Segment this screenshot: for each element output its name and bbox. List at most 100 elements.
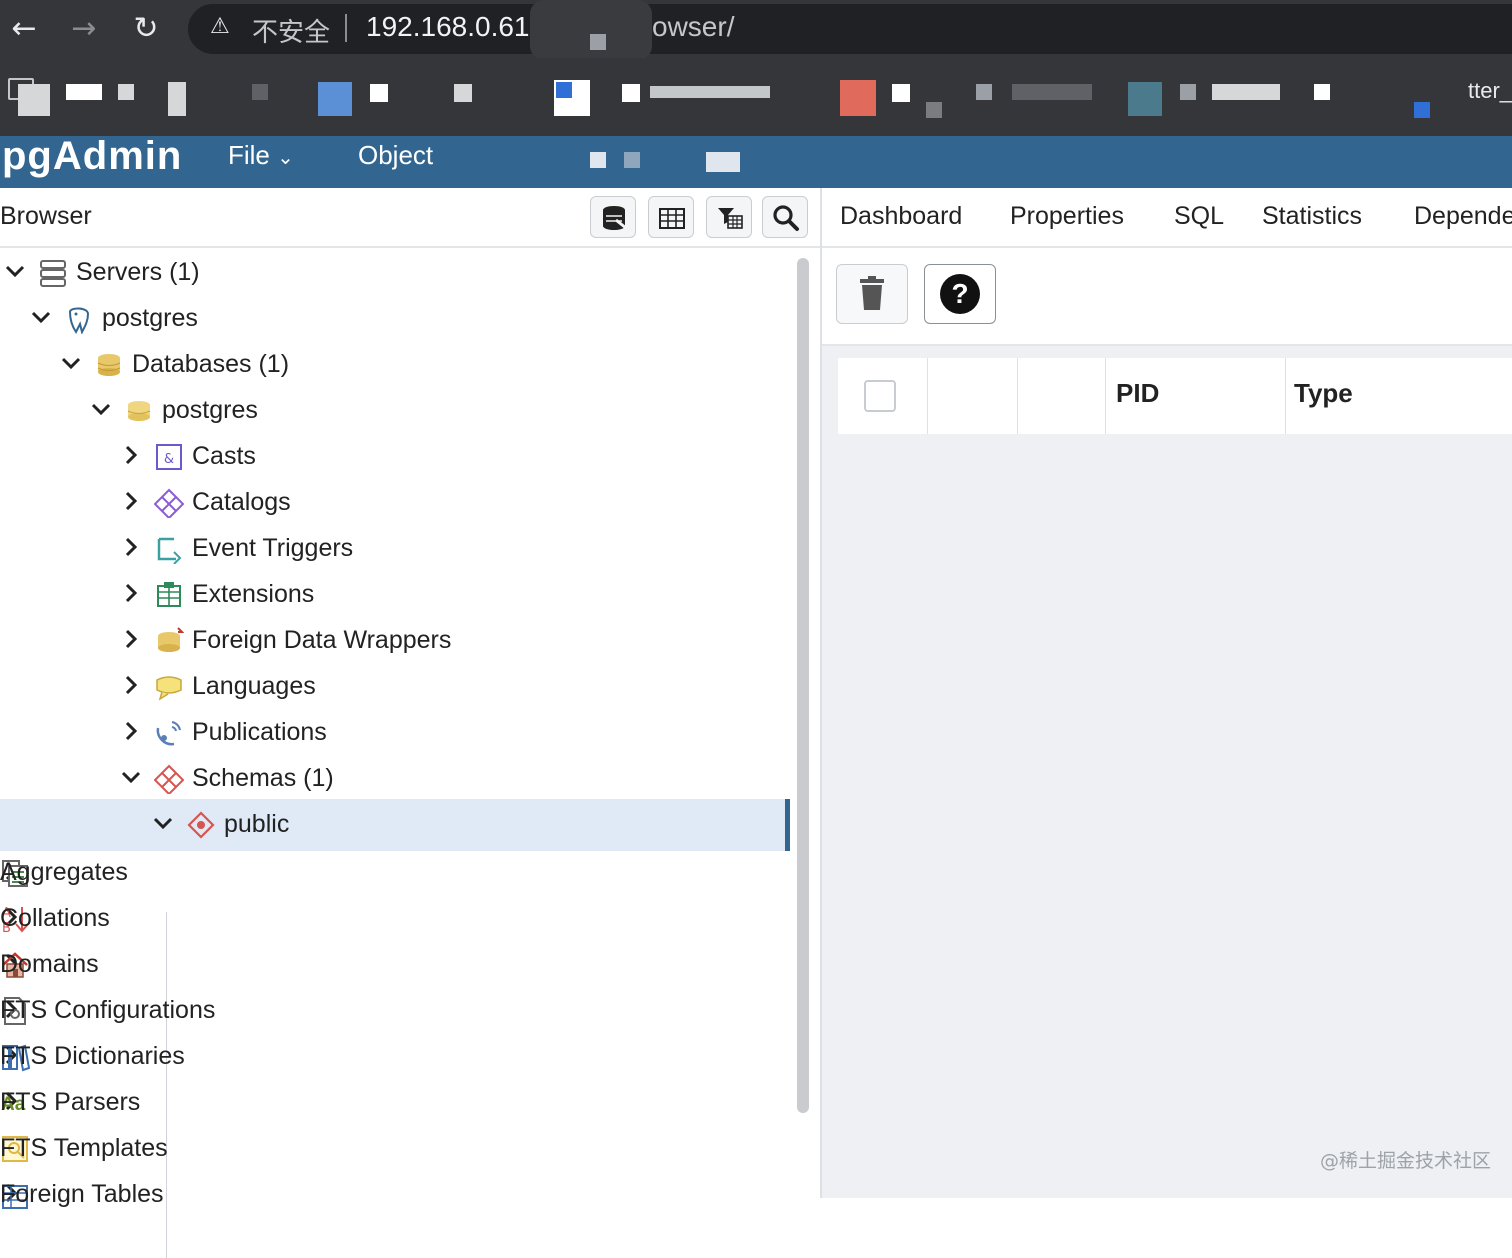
bookmark-item[interactable] bbox=[622, 84, 640, 102]
grid-column-blank bbox=[1018, 358, 1106, 434]
menu-object[interactable]: Object bbox=[358, 140, 433, 171]
chevron-right-icon[interactable] bbox=[120, 674, 142, 696]
tree-node[interactable]: FTS Configurations bbox=[0, 988, 790, 1034]
bookmark-item[interactable] bbox=[118, 84, 134, 100]
tree-node[interactable]: postgres bbox=[0, 296, 790, 342]
tree-node[interactable]: Databases (1) bbox=[0, 342, 790, 388]
chevron-down-icon[interactable] bbox=[120, 766, 142, 788]
bookmark-item[interactable] bbox=[1414, 102, 1430, 118]
bookmark-item[interactable] bbox=[318, 82, 352, 116]
databases-icon bbox=[97, 354, 121, 376]
chevron-down-icon[interactable] bbox=[152, 812, 174, 834]
bookmark-item[interactable] bbox=[454, 84, 472, 102]
tree-node-label: Foreign Data Wrappers bbox=[192, 626, 452, 654]
tree-node[interactable]: Event Triggers bbox=[0, 526, 790, 572]
tree-node[interactable]: Foreign Tables bbox=[0, 1172, 790, 1218]
chevron-right-icon[interactable] bbox=[120, 536, 142, 558]
chevron-down-icon[interactable] bbox=[4, 260, 26, 282]
tree-node[interactable]: Catalogs bbox=[0, 480, 790, 526]
bookmark-item[interactable] bbox=[840, 80, 876, 116]
tree-node-label: Languages bbox=[192, 672, 316, 700]
grid-header: PID Type bbox=[838, 358, 1512, 435]
bookmark-favicon[interactable] bbox=[18, 84, 50, 116]
bookmark-item[interactable] bbox=[168, 82, 186, 116]
tree-scrollbar[interactable] bbox=[797, 258, 809, 1113]
tree-node[interactable]: Foreign Data Wrappers bbox=[0, 618, 790, 664]
bookmark-item[interactable] bbox=[892, 84, 910, 102]
back-arrow-icon[interactable]: ← bbox=[4, 10, 44, 48]
bookmark-item[interactable] bbox=[1180, 84, 1196, 100]
column-header-type[interactable]: Type bbox=[1286, 358, 1512, 434]
tree-node[interactable]: Aa FTS Parsers bbox=[0, 1080, 790, 1126]
not-secure-label: 不安全 bbox=[252, 18, 331, 48]
tree-node[interactable]: Aggregates bbox=[0, 850, 790, 896]
tab-statistics[interactable]: Statistics bbox=[1262, 202, 1362, 231]
tree-node[interactable]: & Casts bbox=[0, 434, 790, 480]
bookmark-item[interactable] bbox=[976, 84, 992, 100]
url-host: 192.168.0.61 bbox=[366, 11, 530, 42]
tab-dependencies[interactable]: Dependencies bbox=[1414, 202, 1512, 231]
chevron-right-icon[interactable] bbox=[120, 720, 142, 742]
chevron-right-icon[interactable] bbox=[120, 490, 142, 512]
languages-icon bbox=[156, 676, 182, 701]
tree-node[interactable]: Publications bbox=[0, 710, 790, 756]
schemas-icon bbox=[154, 764, 184, 794]
tree-node[interactable]: Schemas (1) bbox=[0, 756, 790, 802]
reload-icon[interactable]: ↻ bbox=[126, 10, 166, 48]
help-button[interactable]: ? bbox=[924, 264, 996, 324]
tab-sql[interactable]: SQL bbox=[1174, 202, 1224, 231]
column-header-pid[interactable]: PID bbox=[1106, 358, 1286, 434]
tree-node[interactable]: Domains bbox=[0, 942, 790, 988]
select-column bbox=[838, 358, 928, 434]
tree-node-label: Servers (1) bbox=[76, 258, 200, 286]
foreign-data-wrappers-icon bbox=[158, 627, 184, 652]
tree-node[interactable]: FTS Dictionaries bbox=[0, 1034, 790, 1080]
filter-rows-button[interactable] bbox=[706, 196, 752, 238]
bookmark-item[interactable] bbox=[650, 86, 770, 98]
query-tool-button[interactable] bbox=[590, 196, 636, 238]
delete-button[interactable] bbox=[836, 264, 908, 324]
bookmark-item[interactable] bbox=[1212, 84, 1280, 100]
tree-node-label: Foreign Tables bbox=[0, 1180, 164, 1208]
tree-node-label: public bbox=[224, 810, 290, 838]
tab-properties[interactable]: Properties bbox=[1010, 202, 1124, 231]
app-logo: pgAdmin bbox=[2, 136, 183, 178]
tree-node[interactable]: FTS Templates bbox=[0, 1126, 790, 1172]
tab-dashboard[interactable]: Dashboard bbox=[840, 202, 962, 231]
tree-node[interactable]: postgres bbox=[0, 388, 790, 434]
tree-node-label: FTS Templates bbox=[0, 1134, 168, 1162]
bookmark-item[interactable] bbox=[926, 102, 942, 118]
schema-icon bbox=[187, 811, 215, 839]
tree-node[interactable]: Extensions bbox=[0, 572, 790, 618]
bookmark-item[interactable] bbox=[1314, 84, 1330, 100]
bookmark-item[interactable] bbox=[252, 84, 268, 100]
tree-node-label: Databases (1) bbox=[132, 350, 290, 378]
select-all-checkbox[interactable] bbox=[864, 380, 896, 412]
chevron-right-icon[interactable] bbox=[120, 582, 142, 604]
chevron-right-icon[interactable] bbox=[120, 628, 142, 650]
chevron-down-icon[interactable] bbox=[60, 352, 82, 374]
tree-node[interactable]: public bbox=[0, 799, 790, 851]
menu-file[interactable]: File ⌄ bbox=[228, 140, 294, 171]
chevron-down-icon[interactable] bbox=[30, 306, 52, 328]
tree-node-label: Extensions bbox=[192, 580, 315, 608]
tree-node[interactable]: A B Collations bbox=[0, 896, 790, 942]
bookmark-item[interactable] bbox=[1012, 84, 1092, 100]
address-separator bbox=[345, 14, 347, 42]
bookmark-item[interactable] bbox=[1128, 82, 1162, 116]
filter-table-icon bbox=[718, 208, 743, 229]
view-data-button[interactable] bbox=[648, 196, 694, 238]
warning-icon: ⚠ bbox=[210, 14, 230, 39]
tree-node-label: FTS Parsers bbox=[0, 1088, 141, 1116]
chevron-down-icon[interactable] bbox=[90, 398, 112, 420]
search-objects-button[interactable] bbox=[762, 196, 808, 238]
bookmark-item[interactable] bbox=[66, 84, 102, 100]
help-icon: ? bbox=[940, 274, 980, 314]
menu-file-label: File bbox=[228, 140, 270, 170]
forward-arrow-icon[interactable]: → bbox=[64, 10, 104, 48]
chevron-right-icon[interactable] bbox=[120, 444, 142, 466]
bookmark-label[interactable]: tter_ bbox=[1468, 78, 1512, 104]
tree-node[interactable]: Servers (1) bbox=[0, 250, 790, 296]
tree-node[interactable]: Languages bbox=[0, 664, 790, 710]
bookmark-item[interactable] bbox=[370, 84, 388, 102]
